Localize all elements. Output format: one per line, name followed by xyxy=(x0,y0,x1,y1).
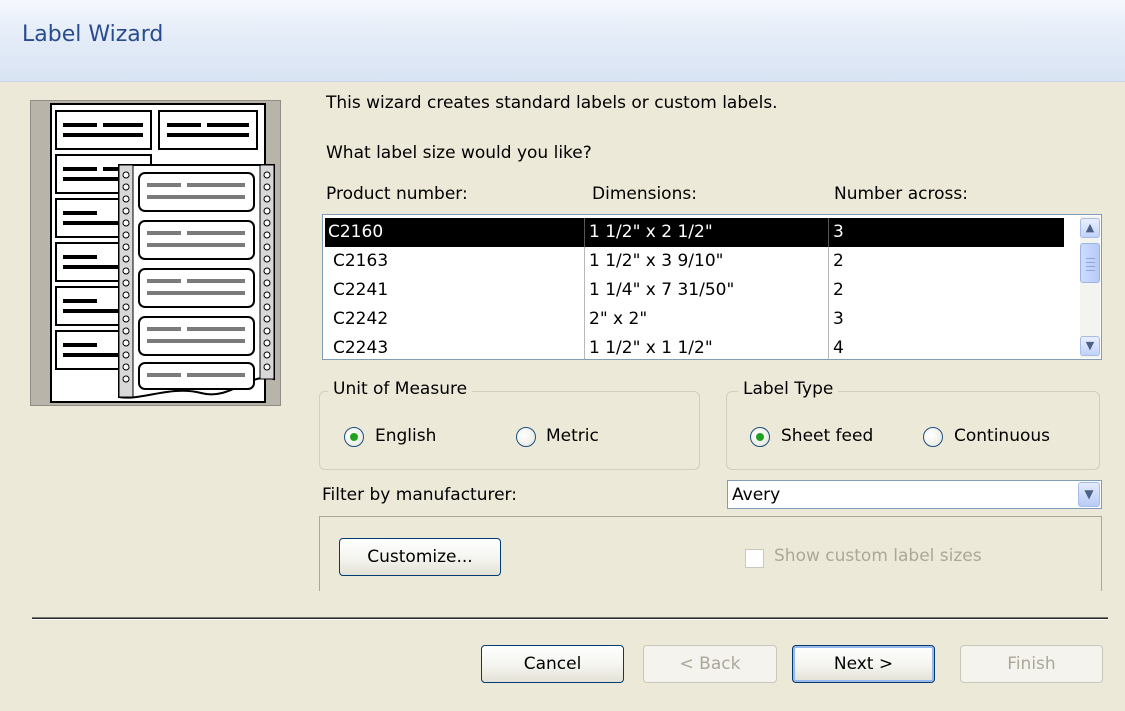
column-header-dimensions: Dimensions: xyxy=(592,184,697,204)
dialog-header: Label Wizard xyxy=(0,0,1125,82)
customize-button[interactable]: Customize... xyxy=(339,538,501,576)
dimensions-value: 2" x 2" xyxy=(589,309,648,329)
number-across-value: 2 xyxy=(833,251,844,271)
product-number: C2241 xyxy=(333,280,389,300)
show-custom-label-sizes-label[interactable]: Show custom label sizes xyxy=(774,546,982,566)
sheet-feed-radio[interactable] xyxy=(750,427,770,447)
label-size-list[interactable]: C2160 1 1/2" x 2 1/2" 3 C2163 1 1/2" x 3… xyxy=(322,214,1102,360)
label-sheets-illustration xyxy=(50,103,275,403)
label-wizard-dialog: Label Wizard This wizard creates standar… xyxy=(0,0,1125,711)
label-size-question: What label size would you like? xyxy=(326,143,592,163)
scroll-down-icon[interactable]: ▼ xyxy=(1080,336,1100,356)
show-custom-label-sizes-checkbox[interactable] xyxy=(745,549,764,568)
unit-of-measure-group: Unit of Measure English Metric xyxy=(319,379,700,470)
scroll-up-icon[interactable]: ▲ xyxy=(1080,218,1100,238)
list-row[interactable]: C2160 1 1/2" x 2 1/2" 3 xyxy=(325,218,1064,247)
manufacturer-value: Avery xyxy=(732,485,781,505)
list-row[interactable]: C2242 2" x 2" 3 xyxy=(325,305,1064,334)
chevron-down-icon[interactable]: ▼ xyxy=(1078,482,1100,507)
label-type-legend: Label Type xyxy=(738,379,839,399)
product-number: C2160 xyxy=(328,222,384,242)
metric-radio[interactable] xyxy=(516,427,536,447)
number-across-value: 4 xyxy=(833,338,844,358)
dialog-title: Label Wizard xyxy=(22,22,164,47)
wizard-illustration xyxy=(30,100,281,406)
next-button[interactable]: Next > xyxy=(792,645,935,683)
unit-of-measure-legend: Unit of Measure xyxy=(328,379,473,399)
product-number: C2242 xyxy=(333,309,389,329)
list-row[interactable]: C2243 1 1/2" x 1 1/2" 4 xyxy=(325,334,1064,359)
continuous-radio[interactable] xyxy=(923,427,943,447)
english-radio[interactable] xyxy=(344,427,364,447)
number-across-value: 2 xyxy=(833,280,844,300)
footer-divider xyxy=(32,617,1108,620)
finish-button[interactable]: Finish xyxy=(960,645,1103,683)
filter-manufacturer-label: Filter by manufacturer: xyxy=(322,485,517,505)
scroll-thumb[interactable] xyxy=(1080,243,1100,283)
list-row[interactable]: C2163 1 1/2" x 3 9/10" 2 xyxy=(325,247,1064,276)
product-number: C2163 xyxy=(333,251,389,271)
continuous-label[interactable]: Continuous xyxy=(954,426,1050,446)
metric-label[interactable]: Metric xyxy=(546,426,599,446)
intro-text: This wizard creates standard labels or c… xyxy=(326,93,778,113)
number-across-value: 3 xyxy=(833,309,844,329)
dimensions-value: 1 1/2" x 1 1/2" xyxy=(589,338,713,358)
column-header-across: Number across: xyxy=(834,184,968,204)
list-row[interactable]: C2241 1 1/4" x 7 31/50" 2 xyxy=(325,276,1064,305)
dimensions-value: 1 1/4" x 7 31/50" xyxy=(589,280,735,300)
label-type-group: Label Type Sheet feed Continuous xyxy=(726,379,1100,470)
dimensions-value: 1 1/2" x 3 9/10" xyxy=(589,251,724,271)
sheet-feed-label[interactable]: Sheet feed xyxy=(781,426,873,446)
dimensions-value: 1 1/2" x 2 1/2" xyxy=(589,222,713,242)
number-across-value: 3 xyxy=(833,222,844,242)
cancel-button[interactable]: Cancel xyxy=(481,645,624,683)
back-button[interactable]: < Back xyxy=(643,645,777,683)
product-number: C2243 xyxy=(333,338,389,358)
manufacturer-dropdown[interactable]: Avery ▼ xyxy=(727,480,1102,509)
list-scrollbar[interactable]: ▲ ▼ xyxy=(1080,216,1100,358)
english-label[interactable]: English xyxy=(375,426,436,446)
column-header-product: Product number: xyxy=(326,184,468,204)
